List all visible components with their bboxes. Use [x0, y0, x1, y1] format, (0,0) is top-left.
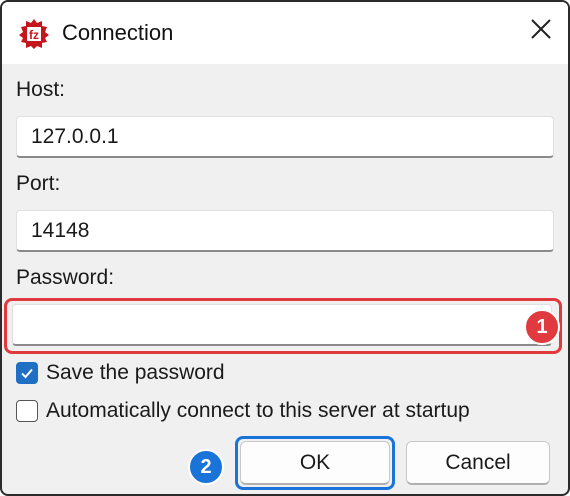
step-2-badge: 2	[188, 449, 224, 485]
ok-button[interactable]: OK	[240, 441, 390, 485]
password-label: Password:	[16, 266, 115, 289]
connection-dialog: fz Connection Host: Port: Password: 1 Sa	[0, 0, 570, 496]
close-icon	[530, 18, 552, 45]
cancel-button[interactable]: Cancel	[406, 441, 550, 485]
auto-connect-label: Automatically connect to this server at …	[46, 399, 470, 422]
checkbox-unchecked-icon[interactable]	[16, 400, 38, 422]
checkbox-checked-icon[interactable]	[16, 362, 38, 384]
svg-text:fz: fz	[29, 28, 39, 42]
auto-connect-checkbox[interactable]: Automatically connect to this server at …	[16, 399, 470, 423]
window-title: Connection	[62, 20, 174, 45]
host-field[interactable]	[16, 116, 554, 158]
port-field[interactable]	[16, 210, 554, 252]
save-password-label: Save the password	[46, 361, 225, 384]
step-1-badge: 1	[524, 309, 560, 345]
host-input[interactable]	[17, 117, 553, 156]
host-label: Host:	[16, 78, 66, 101]
save-password-checkbox[interactable]: Save the password	[16, 361, 225, 385]
port-input[interactable]	[17, 211, 553, 250]
title-bar: fz Connection	[2, 2, 568, 64]
password-highlight	[4, 298, 562, 354]
port-label: Port:	[16, 172, 61, 195]
filezilla-icon: fz	[18, 18, 50, 50]
close-button[interactable]	[524, 14, 558, 48]
